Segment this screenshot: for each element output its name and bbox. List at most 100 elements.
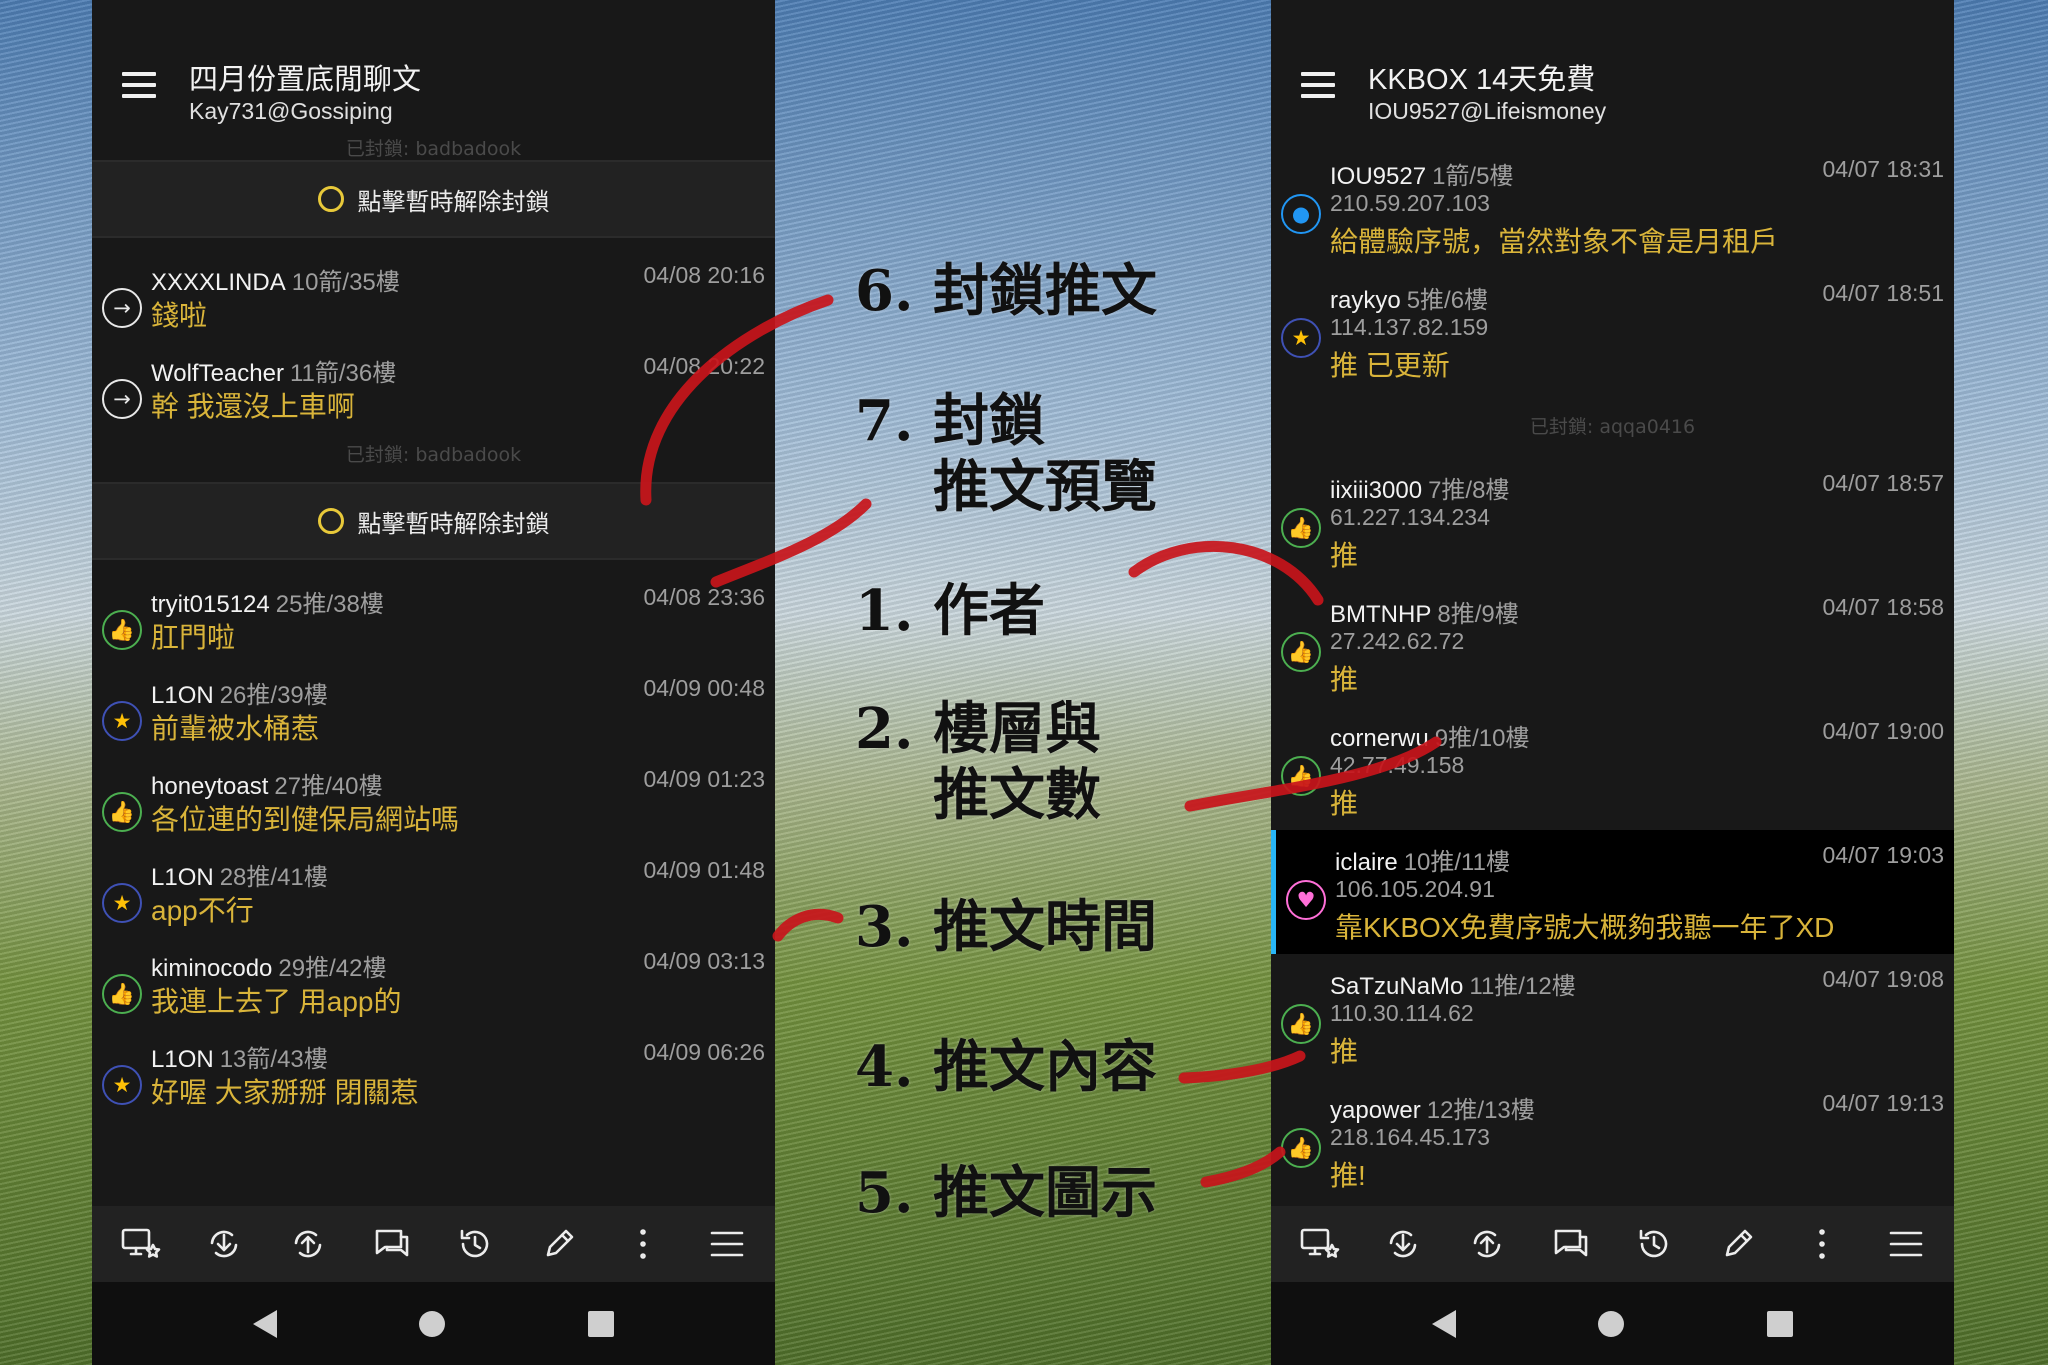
comment-text: 推	[1330, 664, 1359, 695]
annotation-labels: 6. 封鎖推文 7. 封鎖 推文預覽 1. 作者 2. 樓層與 推文數 3. 推…	[855, 0, 1157, 1365]
comment-author[interactable]: L1ON	[151, 1046, 214, 1073]
back-icon[interactable]	[253, 1309, 278, 1338]
annotation-floor-count: 2. 樓層與 推文數	[855, 696, 1101, 828]
home-icon[interactable]	[419, 1310, 446, 1337]
more-vert-icon[interactable]	[1795, 1217, 1849, 1271]
download-refresh-icon[interactable]	[197, 1217, 251, 1271]
star-icon[interactable]: ★	[102, 701, 142, 741]
history-icon[interactable]	[448, 1217, 502, 1271]
comment-author[interactable]: L1ON	[151, 864, 214, 891]
menu-icon[interactable]	[1879, 1217, 1933, 1271]
comment-row[interactable]: 👍 honeytoast 27推/40樓 04/09 01:23 各位連的到健保局網站嗎	[92, 754, 775, 845]
thumbs-up-icon[interactable]: 👍	[1281, 1128, 1321, 1168]
comment-floor: 7推/8樓	[1428, 477, 1510, 504]
history-icon[interactable]	[1627, 1217, 1681, 1271]
comment-row[interactable]: 👍 yapower 12推/13樓 04/07 19:13 218.164.45.173…	[1271, 1078, 1954, 1202]
annotation-block-comment: 6. 封鎖推文	[855, 258, 1157, 324]
screen-star-icon[interactable]	[113, 1217, 167, 1271]
comment-author[interactable]: SaTzuNaMo	[1330, 973, 1463, 1000]
comment-author[interactable]: honeytoast	[151, 773, 268, 800]
comment-author[interactable]: L1ON	[151, 682, 214, 709]
comment-row[interactable]: 👍 iixiii3000 7推/8樓 04/07 18:57 61.227.134.23…	[1271, 458, 1954, 582]
comment-header: kiminocodo 29推/42樓	[151, 948, 386, 983]
thumbs-up-icon[interactable]: 👍	[1281, 508, 1321, 548]
comment-row[interactable]: ● IOU9527 1箭/5樓 04/07 18:31 210.59.207.103 給體…	[1271, 144, 1954, 268]
thumbs-up-icon[interactable]: 👍	[102, 610, 142, 650]
menu-icon[interactable]	[700, 1217, 754, 1271]
hamburger-menu-icon[interactable]	[1301, 72, 1335, 105]
comment-time: 04/07 19:03	[1822, 842, 1944, 868]
pencil-icon[interactable]	[1711, 1217, 1765, 1271]
person-icon[interactable]: ●	[1281, 194, 1321, 234]
comment-author[interactable]: WolfTeacher	[151, 360, 284, 387]
comment-time: 04/09 01:48	[643, 857, 765, 883]
comment-row[interactable]: 👍 cornerwu 9推/10樓 04/07 19:00 42.77.49.158 推	[1271, 706, 1954, 830]
comment-author[interactable]: tryit015124	[151, 591, 270, 618]
comment-row[interactable]: 👍 kiminocodo 29推/42樓 04/09 03:13 我連上去了 用app的	[92, 936, 775, 1027]
article-title: KKBOX 14天免費	[1368, 64, 1596, 96]
blocked-user-note: 已封鎖: aqqa0416	[1529, 416, 1696, 438]
pencil-icon[interactable]	[532, 1217, 586, 1271]
upload-refresh-icon[interactable]	[281, 1217, 335, 1271]
app-bar: KKBOX 14天免費 IOU9527@Lifeismoney	[1271, 0, 1954, 144]
arrow-icon[interactable]: →	[102, 288, 142, 328]
recents-icon[interactable]	[587, 1310, 614, 1337]
star-icon[interactable]: ★	[1281, 318, 1321, 358]
article-author-board: IOU9527@Lifeismoney	[1368, 98, 1607, 124]
screen-star-icon[interactable]	[1292, 1217, 1346, 1271]
thumbs-up-icon[interactable]: 👍	[1281, 1004, 1321, 1044]
upload-refresh-icon[interactable]	[1460, 1217, 1514, 1271]
chat-icon[interactable]	[365, 1217, 419, 1271]
comment-text: 我連上去了 用app的	[151, 986, 402, 1017]
comment-floor: 28推/41樓	[219, 864, 328, 891]
comment-author[interactable]: raykyo	[1330, 287, 1401, 314]
annotation-block-preview: 7. 封鎖 推文預覽	[855, 388, 1157, 520]
comment-time: 04/07 18:31	[1822, 156, 1944, 182]
article-title: 四月份置底閒聊文	[189, 64, 422, 96]
download-refresh-icon[interactable]	[1376, 1217, 1430, 1271]
comment-time: 04/07 19:00	[1822, 718, 1944, 744]
comment-author[interactable]: iixiii3000	[1330, 477, 1422, 504]
comment-author[interactable]: yapower	[1330, 1097, 1421, 1124]
comment-ip: 27.242.62.72	[1330, 628, 1465, 654]
comment-text: 推	[1330, 788, 1359, 819]
comment-author[interactable]: BMTNHP	[1330, 601, 1431, 628]
chat-icon[interactable]	[1544, 1217, 1598, 1271]
thumbs-up-icon[interactable]: 👍	[102, 974, 142, 1014]
comment-floor: 26推/39樓	[219, 682, 328, 709]
comment-time: 04/07 19:08	[1822, 966, 1944, 992]
comment-time: 04/09 03:13	[643, 948, 765, 974]
hamburger-menu-icon[interactable]	[122, 72, 156, 105]
star-icon[interactable]: ★	[102, 883, 142, 923]
comment-author[interactable]: kiminocodo	[151, 955, 272, 982]
recents-icon[interactable]	[1766, 1310, 1793, 1337]
unblock-bar[interactable]: 點擊暫時解除封鎖	[92, 160, 775, 238]
comment-row[interactable]: ★ L1ON 28推/41樓 04/09 01:48 app不行	[92, 845, 775, 936]
thumbs-up-icon[interactable]: 👍	[102, 792, 142, 832]
comment-text: 給體驗序號，當然對象不會是月租戶	[1330, 226, 1779, 257]
unblock-bar[interactable]: 點擊暫時解除封鎖	[92, 482, 775, 560]
comment-row[interactable]: ♥ iclaire 10推/11樓 04/07 19:03 106.105.204.91…	[1271, 830, 1954, 954]
thumbs-up-icon[interactable]: 👍	[1281, 632, 1321, 672]
home-icon[interactable]	[1598, 1310, 1625, 1337]
comment-row[interactable]: 👍 SaTzuNaMo 11推/12樓 04/07 19:08 110.30.114.6…	[1271, 954, 1954, 1078]
comment-text: 肛門啦	[151, 622, 236, 653]
comment-author[interactable]: IOU9527	[1330, 163, 1426, 190]
comment-row[interactable]: 👍 tryit015124 25推/38樓 04/08 23:36 肛門啦	[92, 572, 775, 663]
comment-row[interactable]: → WolfTeacher 11箭/36樓 04/08 20:22 幹 我還沒上車啊	[92, 341, 775, 432]
more-vert-icon[interactable]	[616, 1217, 670, 1271]
comment-row[interactable]: ★ L1ON 26推/39樓 04/09 00:48 前輩被水桶惹	[92, 663, 775, 754]
arrow-icon[interactable]: →	[102, 379, 142, 419]
comment-row[interactable]: ★ raykyo 5推/6樓 04/07 18:51 114.137.82.159 推 已…	[1271, 268, 1954, 392]
comment-author[interactable]: cornerwu	[1330, 725, 1429, 752]
comment-row[interactable]: 👍 BMTNHP 8推/9樓 04/07 18:58 27.242.62.72 推	[1271, 582, 1954, 706]
comment-author[interactable]: XXXXLINDA	[151, 269, 286, 296]
comment-row[interactable]: → XXXXLINDA 10箭/35樓 04/08 20:16 錢啦	[92, 250, 775, 341]
annotation-icon: 5. 推文圖示	[855, 1160, 1157, 1226]
comment-row[interactable]: ★ L1ON 13箭/43樓 04/09 06:26 好喔 大家掰掰 閉關惹	[92, 1027, 775, 1118]
thumbs-up-icon[interactable]: 👍	[1281, 756, 1321, 796]
back-icon[interactable]	[1432, 1309, 1457, 1338]
comment-author[interactable]: iclaire	[1335, 849, 1398, 876]
heart-icon[interactable]: ♥	[1286, 880, 1326, 920]
star-icon[interactable]: ★	[102, 1065, 142, 1105]
